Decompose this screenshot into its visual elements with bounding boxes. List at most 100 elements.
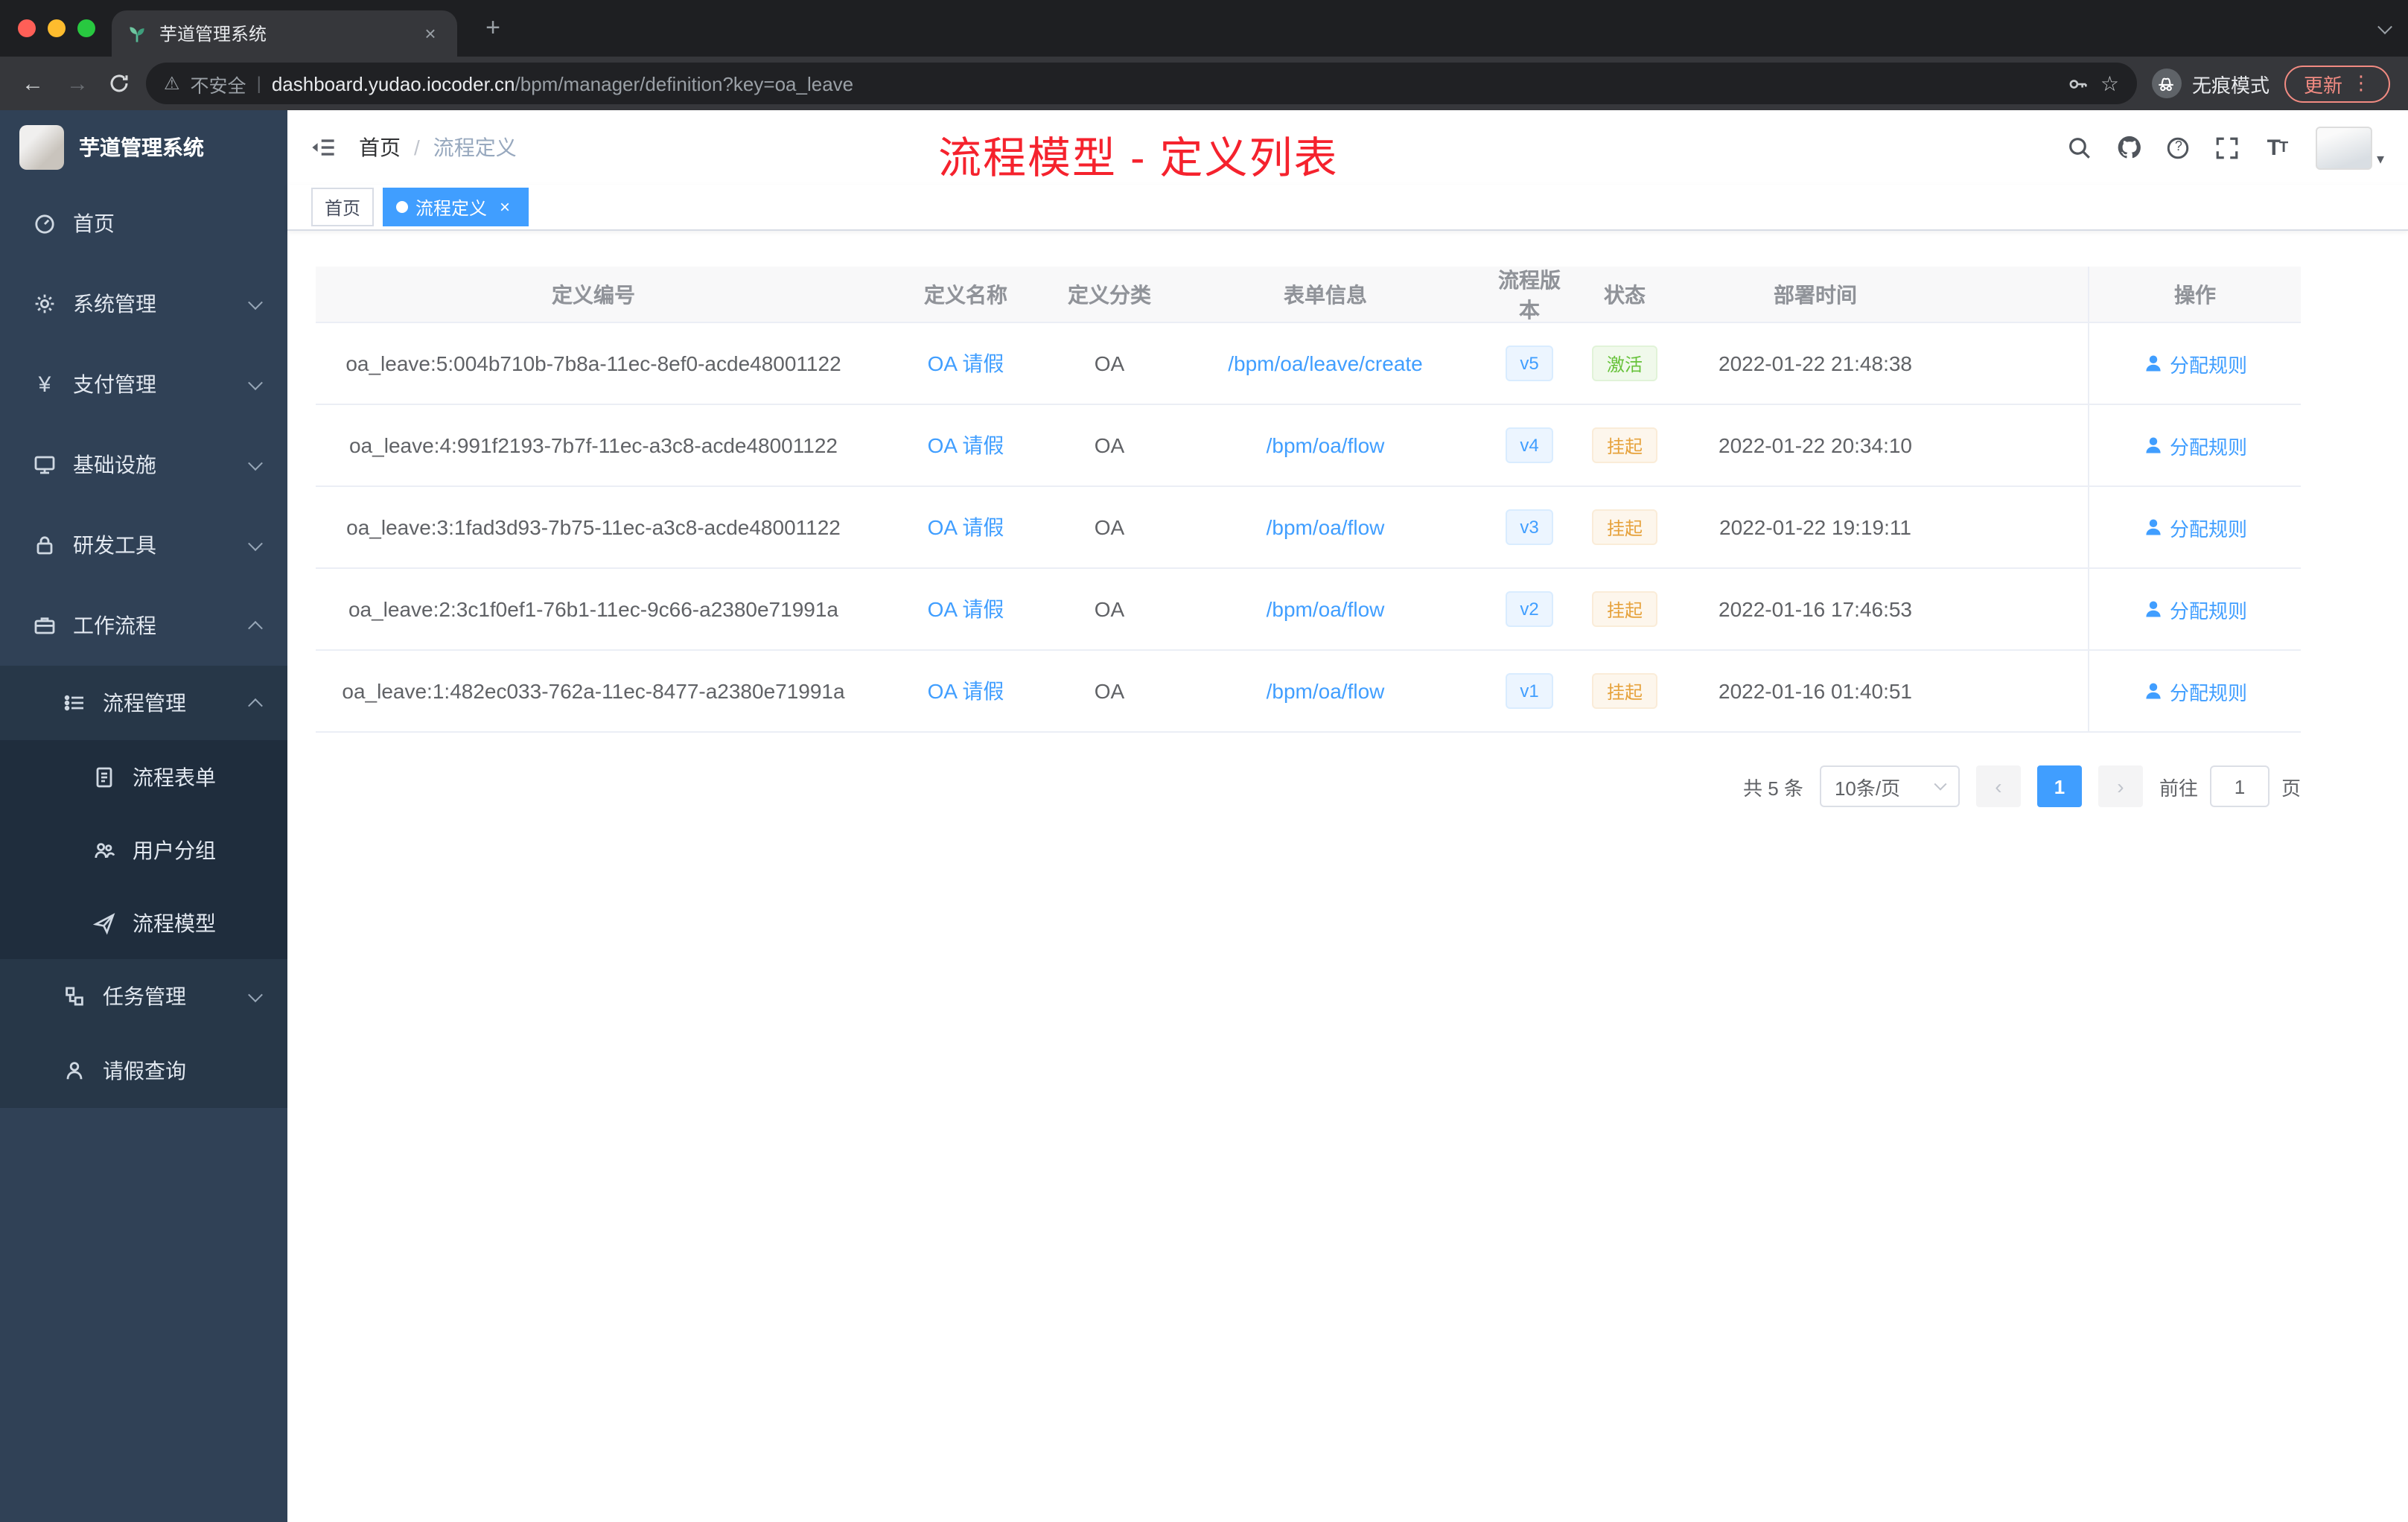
url-text[interactable]: dashboard.yudao.iocoder.cn/bpm/manager/d… — [272, 72, 2057, 95]
sidebar-item-label: 研发工具 — [73, 533, 156, 557]
page-size-select[interactable]: 10条/页 — [1819, 765, 1960, 807]
assign-rule-link[interactable]: 分配规则 — [2143, 513, 2247, 541]
goto-page-input[interactable] — [2209, 765, 2270, 807]
status-tag: 挂起 — [1591, 427, 1657, 463]
address-bar[interactable]: ⚠ 不安全 | dashboard.yudao.iocoder.cn/bpm/m… — [146, 63, 2137, 104]
version-tag: v1 — [1505, 673, 1554, 709]
sidebar-item-process-management[interactable]: 流程管理 — [0, 666, 287, 740]
deploy-time: 2022-01-16 01:40:51 — [1719, 679, 1912, 703]
sidebar-item-label: 工作流程 — [73, 614, 156, 637]
sidebar-item-leave-query[interactable]: 请假查询 — [0, 1034, 287, 1108]
tag-home[interactable]: 首页 — [311, 188, 375, 226]
sidebar-item-label: 用户分组 — [133, 838, 216, 862]
app-frame: 芋道管理系统 首页 系统管理 ¥ 支付管理 基础设施 研发工具 工作流程 流程管… — [0, 110, 2408, 1522]
form-link[interactable]: /bpm/oa/flow — [1267, 433, 1385, 457]
dashboard-icon — [31, 211, 58, 235]
address-separator: | — [256, 73, 261, 94]
form-link[interactable]: /bpm/oa/flow — [1267, 597, 1385, 621]
sidebar-item-system-management[interactable]: 系统管理 — [0, 264, 287, 344]
window-controls — [0, 19, 119, 37]
definition-name-link[interactable]: OA 请假 — [928, 594, 1004, 624]
back-button[interactable]: ← — [18, 71, 48, 96]
definition-name-link[interactable]: OA 请假 — [928, 430, 1004, 460]
assign-rule-label: 分配规则 — [2169, 354, 2247, 376]
definition-name-link[interactable]: OA 请假 — [928, 348, 1004, 378]
person-icon — [2146, 437, 2161, 453]
sidebar-item-infrastructure[interactable]: 基础设施 — [0, 424, 287, 505]
breadcrumb-home[interactable]: 首页 — [359, 133, 401, 162]
chevron-down-icon — [248, 294, 263, 310]
assign-rule-label: 分配规则 — [2169, 681, 2247, 704]
app-title: 芋道管理系统 — [79, 135, 204, 159]
sidebar-logo[interactable]: 芋道管理系统 — [0, 110, 287, 183]
github-icon[interactable] — [2113, 130, 2146, 165]
fullscreen-icon[interactable] — [2211, 130, 2244, 165]
person-icon — [2146, 683, 2161, 699]
url-path: /bpm/manager/definition?key=oa_leave — [515, 72, 854, 95]
search-icon[interactable] — [2064, 130, 2097, 165]
tab-close-icon[interactable]: × — [418, 22, 442, 45]
incognito-indicator: 无痕模式 — [2151, 69, 2270, 98]
definition-id: oa_leave:5:004b710b-7b8a-11ec-8ef0-acde4… — [345, 351, 841, 375]
user-avatar[interactable] — [2315, 126, 2372, 169]
assign-rule-label: 分配规则 — [2169, 436, 2247, 458]
assign-rule-label: 分配规则 — [2169, 518, 2247, 540]
key-icon[interactable] — [2068, 72, 2090, 95]
sidebar-item-payment-management[interactable]: ¥ 支付管理 — [0, 344, 287, 424]
definition-name-link[interactable]: OA 请假 — [928, 676, 1004, 706]
version-tag: v4 — [1505, 427, 1554, 463]
help-icon[interactable]: ? — [2162, 130, 2195, 165]
form-link[interactable]: /bpm/oa/flow — [1267, 679, 1385, 703]
zoom-window-button[interactable] — [77, 19, 95, 37]
sidebar-item-label: 任务管理 — [103, 984, 186, 1008]
security-label[interactable]: 不安全 — [191, 69, 246, 98]
col-definition-name: 定义名称 — [924, 282, 1007, 306]
assign-rule-link[interactable]: 分配规则 — [2143, 677, 2247, 705]
user-menu[interactable]: ▾ — [2315, 126, 2384, 169]
flow-icon — [61, 984, 88, 1008]
reload-button[interactable] — [107, 71, 131, 95]
sidebar-item-user-group[interactable]: 用户分组 — [0, 813, 287, 886]
warning-icon: ⚠ — [164, 73, 180, 94]
assign-rule-link[interactable]: 分配规则 — [2143, 431, 2247, 459]
sidebar-item-workflow[interactable]: 工作流程 — [0, 585, 287, 666]
tab-search-caret-icon[interactable] — [2377, 19, 2392, 35]
version-tag: v3 — [1505, 509, 1554, 545]
definition-name-link[interactable]: OA 请假 — [928, 512, 1004, 542]
page-1-button[interactable]: 1 — [2036, 765, 2082, 807]
col-actions: 操作 — [2088, 267, 2301, 322]
sidebar-item-process-form[interactable]: 流程表单 — [0, 740, 287, 813]
bookmark-star-icon[interactable]: ☆ — [2100, 71, 2119, 96]
new-tab-button[interactable]: + — [477, 12, 509, 45]
tab-favicon — [130, 26, 144, 42]
page-jumper: 前往 页 — [2159, 765, 2301, 807]
minimize-window-button[interactable] — [48, 19, 66, 37]
collapse-sidebar-icon[interactable] — [310, 134, 337, 161]
sidebar-item-home[interactable]: 首页 — [0, 183, 287, 264]
next-page-button[interactable]: › — [2098, 765, 2143, 807]
tag-process-definition[interactable]: 流程定义 × — [383, 188, 529, 226]
browser-tab[interactable]: 芋道管理系统 × — [112, 10, 457, 57]
sidebar-item-label: 流程模型 — [133, 911, 216, 934]
close-window-button[interactable] — [18, 19, 36, 37]
chevron-down-icon — [248, 987, 263, 1002]
sidebar-item-dev-tools[interactable]: 研发工具 — [0, 505, 287, 585]
assign-rule-link[interactable]: 分配规则 — [2143, 595, 2247, 623]
tag-close-icon[interactable]: × — [494, 197, 515, 217]
monitor-icon — [31, 453, 58, 477]
form-link[interactable]: /bpm/oa/flow — [1267, 515, 1385, 539]
table-row: oa_leave:2:3c1f0ef1-76b1-11ec-9c66-a2380… — [316, 569, 2301, 651]
assign-rule-link[interactable]: 分配规则 — [2143, 349, 2247, 378]
update-button[interactable]: 更新 ⋮ — [2284, 65, 2390, 102]
navbar-actions: ? TT ▾ — [2064, 126, 2384, 169]
sidebar-item-process-model[interactable]: 流程模型 — [0, 886, 287, 959]
definition-id: oa_leave:4:991f2193-7b7f-11ec-a3c8-acde4… — [349, 433, 838, 457]
col-definition-category: 定义分类 — [1068, 282, 1151, 306]
sidebar-item-label: 系统管理 — [73, 292, 156, 316]
table-row: oa_leave:4:991f2193-7b7f-11ec-a3c8-acde4… — [316, 405, 2301, 487]
prev-page-button[interactable]: ‹ — [1975, 765, 2021, 807]
sidebar-item-task-management[interactable]: 任务管理 — [0, 959, 287, 1034]
form-link[interactable]: /bpm/oa/leave/create — [1228, 351, 1423, 375]
forward-button[interactable]: → — [63, 71, 92, 96]
font-size-icon[interactable]: TT — [2261, 130, 2293, 165]
